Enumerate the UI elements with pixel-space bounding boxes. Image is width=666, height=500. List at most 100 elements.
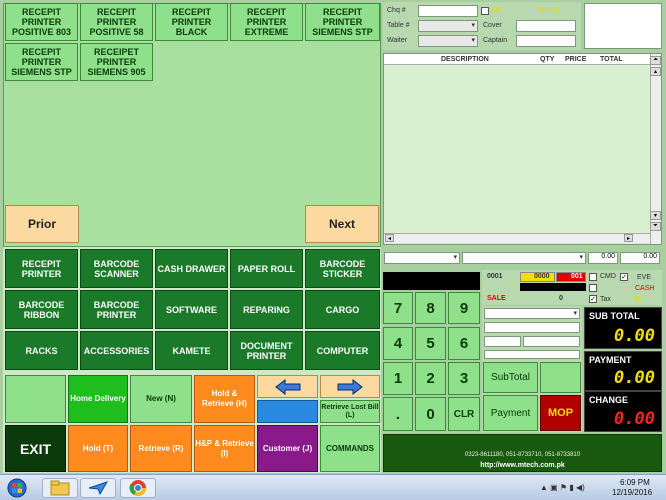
category-button[interactable]: CASH DRAWER — [155, 249, 228, 288]
key-2[interactable]: 2 — [415, 362, 446, 395]
qty-value[interactable]: 0.00 — [588, 252, 618, 264]
scroll-down-icon[interactable]: ▾ — [650, 211, 661, 220]
category-label: SOFTWARE — [166, 304, 217, 315]
blue-bar[interactable] — [257, 400, 318, 423]
hold-retrieve-label: Hold & Retrieve (H) — [202, 389, 247, 408]
product-button[interactable]: RECEPIT PRINTER EXTREME — [230, 3, 303, 41]
key-1[interactable]: 1 — [383, 362, 413, 395]
key-label: 6 — [459, 335, 469, 352]
customer-button[interactable]: Customer (J) — [257, 425, 318, 472]
hold-button[interactable]: Hold (T) — [68, 425, 128, 472]
key-7[interactable]: 7 — [383, 292, 413, 324]
scroll-up-icon[interactable]: ▴ — [650, 67, 661, 76]
cover-input[interactable] — [516, 20, 576, 32]
chq-input[interactable] — [418, 5, 478, 17]
grid-hscroll[interactable] — [384, 233, 650, 243]
chrome-icon[interactable] — [120, 478, 156, 498]
product-button[interactable]: RECEPIT PRINTER SIEMENS STP — [305, 3, 380, 41]
category-button[interactable]: RECEPIT PRINTER — [5, 249, 78, 288]
file-explorer-icon[interactable] — [42, 478, 78, 498]
category-button[interactable]: ACCESSORIES — [80, 331, 153, 370]
mt-checkbox[interactable] — [481, 7, 489, 15]
key-3[interactable]: 3 — [448, 362, 480, 395]
retrieve-button[interactable]: Retrieve (R) — [130, 425, 192, 472]
category-label: BARCODE RIBBON — [18, 299, 65, 320]
product-button[interactable]: RECEPIT PRINTER BLACK — [155, 3, 228, 41]
tax-checkbox[interactable]: ✓ — [589, 295, 597, 303]
key-label: 8 — [426, 299, 435, 317]
category-button[interactable]: BARCODE STICKER — [305, 249, 380, 288]
key-0[interactable]: 0 — [415, 397, 446, 431]
payment-button[interactable]: Payment — [483, 395, 538, 431]
key-clr[interactable]: CLR — [448, 397, 480, 431]
next-button[interactable]: Next — [305, 205, 379, 243]
order-grid[interactable] — [383, 53, 662, 245]
category-button[interactable]: DOCUMENT PRINTER — [230, 331, 303, 370]
eve-checkbox[interactable]: ✓ — [620, 273, 628, 281]
product-button[interactable]: RECEPIT PRINTER POSITIVE 58 — [80, 3, 153, 41]
amount-field-1[interactable] — [484, 322, 580, 333]
new-button[interactable]: New (N) — [130, 375, 192, 423]
key-5[interactable]: 5 — [415, 327, 446, 360]
hp-retrieve-button[interactable]: H&P & Retrieve (I) — [194, 425, 255, 472]
category-button[interactable]: PAPER ROLL — [230, 249, 303, 288]
category-button[interactable]: BARCODE SCANNER — [80, 249, 153, 288]
home-delivery-button[interactable]: Home Delivery — [68, 375, 128, 423]
scroll-top-icon[interactable]: ⏶ — [650, 56, 661, 65]
table-dropdown[interactable] — [418, 20, 478, 32]
category-button[interactable]: CARGO — [305, 290, 380, 329]
key-dot[interactable]: . — [383, 397, 413, 431]
mop-dropdown[interactable] — [484, 308, 580, 319]
item-dropdown-2[interactable] — [462, 252, 586, 264]
product-button[interactable]: RECEIPET PRINTER SIEMENS 905 — [80, 43, 153, 81]
exit-button[interactable]: EXIT — [5, 425, 66, 472]
category-button[interactable]: COMPUTER — [305, 331, 380, 370]
hold-retrieve-button[interactable]: Hold & Retrieve (H) — [194, 375, 255, 423]
product-button[interactable]: RECEPIT PRINTER SIEMENS STP — [5, 43, 78, 81]
key-6[interactable]: 6 — [448, 327, 480, 360]
category-button[interactable]: BARCODE PRINTER — [80, 290, 153, 329]
retrieve-lost-bill-button[interactable]: Retrieve Lost Bill (L) — [320, 400, 380, 423]
clock-time[interactable]: 6:09 PM — [620, 478, 650, 487]
cash-label: CASH — [635, 285, 655, 292]
waiter-dropdown[interactable] — [418, 35, 478, 47]
amount-field-3[interactable] — [523, 336, 580, 347]
category-button[interactable]: KAMETE — [155, 331, 228, 370]
item-dropdown-1[interactable] — [384, 252, 460, 264]
customer-label: Customer (J) — [262, 443, 313, 453]
blank-button[interactable] — [5, 375, 66, 423]
category-button[interactable]: RACKS — [5, 331, 78, 370]
mop-button[interactable]: MOP — [540, 395, 581, 431]
blank-checkbox[interactable] — [589, 284, 597, 292]
commands-button[interactable]: COMMANDS — [320, 425, 380, 472]
hscroll-left-icon[interactable]: ◂ — [385, 234, 394, 242]
clock-date[interactable]: 12/19/2016 — [612, 488, 652, 497]
hscroll-right-icon[interactable]: ▸ — [624, 234, 633, 242]
key-8[interactable]: 8 — [415, 292, 446, 324]
arrow-left-button[interactable] — [257, 375, 318, 398]
category-label: CASH DRAWER — [157, 263, 226, 274]
footer-website[interactable]: http://www.mtech.com.pk — [383, 462, 662, 469]
blank-keypad-button[interactable] — [540, 362, 581, 393]
tray-icons[interactable]: ▲ ▣ ⚑ ▮ ◀) — [540, 483, 585, 492]
scroll-bottom-icon[interactable]: ⏷ — [650, 222, 661, 231]
category-button[interactable]: REPARING — [230, 290, 303, 329]
product-button[interactable]: RECEPIT PRINTER POSITIVE 803 — [5, 3, 78, 41]
app-icon[interactable] — [80, 478, 116, 498]
start-button[interactable] — [2, 478, 32, 498]
arrow-right-button[interactable] — [320, 375, 380, 398]
payment-display: PAYMENT 0.00 — [584, 351, 662, 391]
payment-value: 0.00 — [614, 368, 655, 388]
price-value[interactable]: 0.00 — [620, 252, 660, 264]
key-9[interactable]: 9 — [448, 292, 480, 324]
category-button[interactable]: BARCODE RIBBON — [5, 290, 78, 329]
amount-field-2[interactable] — [484, 336, 521, 347]
captain-input[interactable] — [516, 35, 576, 47]
cmd-checkbox[interactable] — [589, 273, 597, 281]
amount-field-4[interactable] — [484, 350, 580, 359]
tax-label: Tax — [600, 296, 611, 303]
key-4[interactable]: 4 — [383, 327, 413, 360]
subtotal-button[interactable]: SubTotal — [483, 362, 538, 393]
prior-button[interactable]: Prior — [5, 205, 79, 243]
category-button[interactable]: SOFTWARE — [155, 290, 228, 329]
